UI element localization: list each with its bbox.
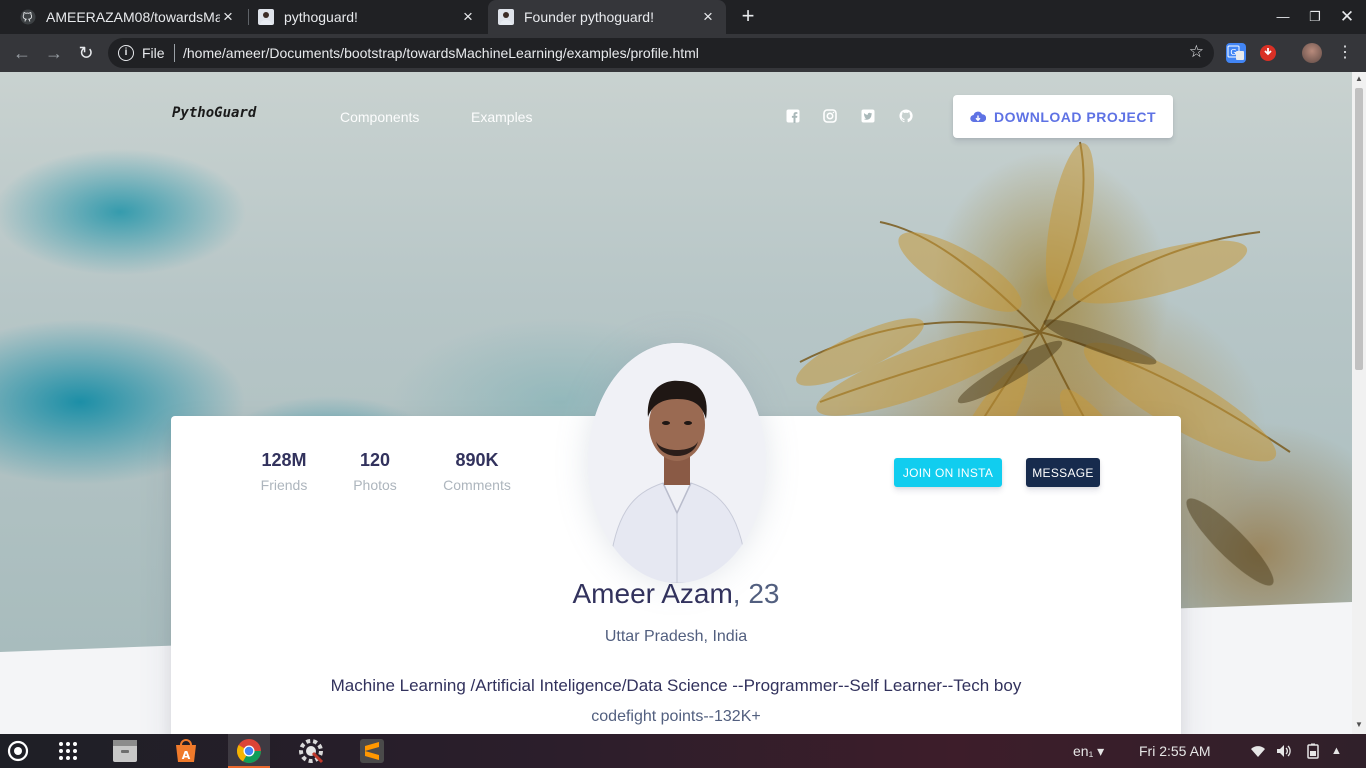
stat-label: Comments xyxy=(443,477,511,493)
close-window-icon[interactable]: ✕ xyxy=(1338,8,1356,26)
url-scheme: File xyxy=(142,45,165,61)
tab-pythoguard[interactable]: pythoguard! × xyxy=(250,0,486,34)
menu-kebab-icon[interactable]: ⋮ xyxy=(1334,42,1356,64)
github-icon[interactable] xyxy=(899,109,913,123)
extension-icon[interactable] xyxy=(1258,43,1278,63)
chrome-icon[interactable] xyxy=(235,737,263,765)
browser-tab-bar: AMEERAZAM08/towardsMachineLearning × pyt… xyxy=(0,0,1366,34)
clock[interactable]: Fri 2:55 AM xyxy=(1139,743,1211,759)
tab-separator xyxy=(248,9,249,25)
close-icon[interactable]: × xyxy=(460,8,476,25)
address-bar[interactable]: i File /home/ameer/Documents/bootstrap/t… xyxy=(108,38,1214,68)
navbar-brand[interactable]: PythoGuard xyxy=(172,105,256,121)
profile-location: Uttar Pradesh, India xyxy=(604,628,748,645)
twitter-square-icon[interactable] xyxy=(861,109,875,123)
info-icon[interactable]: i xyxy=(118,45,134,61)
stat-value: 890K xyxy=(455,450,499,470)
profile-avatar[interactable] xyxy=(588,343,766,583)
app-store-icon[interactable]: A xyxy=(172,737,200,765)
profile-favicon xyxy=(258,9,274,25)
stat-value: 120 xyxy=(359,450,391,470)
nav-link-examples[interactable]: Examples xyxy=(471,109,532,125)
file-manager-icon[interactable] xyxy=(111,737,139,765)
profile-bio: Machine Learning /Artificial Inteligence… xyxy=(330,676,1022,695)
page-viewport: PythoGuard Components Examples DOWNLOAD … xyxy=(0,72,1352,734)
profile-name-text: Ameer Azam xyxy=(572,578,733,609)
bookmark-star-icon[interactable]: ☆ xyxy=(1189,42,1204,62)
tray-menu-icon[interactable]: ▲ xyxy=(1331,745,1342,757)
svg-text:A: A xyxy=(182,749,191,762)
scrollbar-thumb[interactable] xyxy=(1355,88,1363,370)
download-project-label: DOWNLOAD PROJECT xyxy=(994,108,1156,125)
volume-icon[interactable] xyxy=(1276,744,1292,758)
keyboard-language-text: en₁ xyxy=(1073,743,1094,759)
facebook-square-icon[interactable] xyxy=(786,109,800,123)
page-scrollbar[interactable]: ▲ ▼ xyxy=(1352,72,1366,734)
nav-link-components[interactable]: Components xyxy=(340,109,419,125)
stat-friends: 128M Friends xyxy=(257,450,311,493)
svg-text:G: G xyxy=(1230,48,1236,57)
forward-icon[interactable]: → xyxy=(43,42,65,64)
stat-label: Photos xyxy=(353,477,397,493)
cloud-download-icon xyxy=(970,111,986,122)
github-icon xyxy=(20,9,36,25)
tab-title: Founder pythoguard! xyxy=(524,9,654,25)
back-icon[interactable]: ← xyxy=(11,42,33,64)
tab-github[interactable]: AMEERAZAM08/towardsMachineLearning × xyxy=(10,0,246,34)
stat-photos: 120 Photos xyxy=(347,450,403,493)
stat-value: 128M xyxy=(261,450,307,470)
user-avatar-icon[interactable] xyxy=(1302,43,1322,63)
launcher-icon[interactable] xyxy=(6,739,30,763)
instagram-icon[interactable] xyxy=(823,109,837,123)
profile-age: , 23 xyxy=(732,578,780,609)
close-icon[interactable]: × xyxy=(220,8,236,25)
scroll-down-icon[interactable]: ▼ xyxy=(1355,720,1363,729)
tab-title: pythoguard! xyxy=(284,9,358,25)
join-on-insta-button[interactable]: JOIN ON INSTA xyxy=(894,458,1002,487)
battery-icon[interactable] xyxy=(1306,743,1320,759)
profile-name: Ameer Azam, 23 xyxy=(171,578,1181,610)
profile-points: codefight points--132K+ xyxy=(591,708,761,725)
browser-toolbar: ← → ↻ i File /home/ameer/Documents/boots… xyxy=(0,34,1366,72)
google-translate-icon[interactable]: G xyxy=(1226,43,1246,63)
keyboard-language[interactable]: en₁ ▾ xyxy=(1073,743,1104,760)
sublime-text-icon[interactable] xyxy=(358,737,386,765)
stat-label: Friends xyxy=(260,477,308,493)
profile-favicon xyxy=(498,9,514,25)
restore-icon[interactable]: ❐ xyxy=(1306,8,1324,26)
minimize-icon[interactable]: — xyxy=(1274,8,1292,26)
message-button[interactable]: MESSAGE xyxy=(1026,458,1100,487)
os-taskbar: A en₁ ▾ Fri 2:55 AM ▲ xyxy=(0,734,1366,768)
url-divider xyxy=(174,44,175,62)
close-icon[interactable]: × xyxy=(700,8,716,25)
profile-photo xyxy=(588,343,766,583)
reload-icon[interactable]: ↻ xyxy=(75,42,97,64)
wifi-icon[interactable] xyxy=(1250,744,1266,758)
new-tab-button[interactable]: + xyxy=(738,5,758,27)
scroll-up-icon[interactable]: ▲ xyxy=(1355,74,1363,83)
url-text[interactable]: /home/ameer/Documents/bootstrap/towardsM… xyxy=(183,45,699,61)
stat-comments: 890K Comments xyxy=(439,450,515,493)
download-project-button[interactable]: DOWNLOAD PROJECT xyxy=(953,95,1173,138)
tab-title: AMEERAZAM08/towardsMachineLearning xyxy=(46,9,220,25)
settings-tool-icon[interactable] xyxy=(297,737,325,765)
app-grid-icon[interactable] xyxy=(57,740,79,762)
tab-founder-pythoguard[interactable]: Founder pythoguard! × xyxy=(488,0,726,34)
